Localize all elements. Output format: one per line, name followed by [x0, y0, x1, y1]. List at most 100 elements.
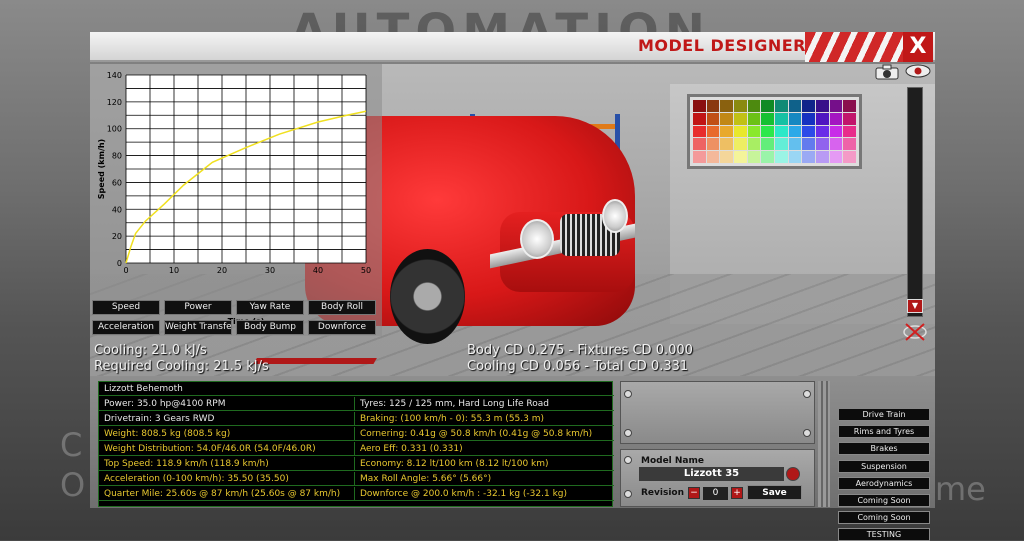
chart-y-tick-label: 40	[112, 205, 122, 214]
graph-button-power[interactable]: Power	[164, 300, 232, 315]
color-palette-board	[687, 94, 862, 169]
table-row: Weight Distribution: 54.0F/46.0R (54.0F/…	[99, 442, 614, 456]
graph-button-downforce[interactable]: Downforce	[308, 320, 376, 335]
palette-swatch	[734, 151, 747, 163]
close-button[interactable]: X	[903, 32, 933, 62]
menu-aerodynamics[interactable]: Aerodynamics	[838, 477, 930, 490]
palette-swatch	[747, 112, 761, 125]
hide-view-icon[interactable]	[902, 322, 928, 342]
palette-swatch	[706, 138, 720, 151]
palette-swatch	[802, 112, 815, 125]
table-row: Power: 35.0 hp@4100 RPM Tyres: 125 / 125 …	[99, 397, 614, 411]
model-name-field[interactable]: Lizzott 35	[639, 467, 784, 481]
palette-swatch	[693, 151, 706, 163]
palette-swatch	[720, 112, 733, 125]
eye-icon[interactable]	[905, 64, 931, 78]
palette-swatch	[843, 138, 856, 151]
palette-swatch	[734, 112, 747, 125]
cooling-cd-stat: Cooling CD 0.056 - Total CD 0.331	[467, 359, 689, 374]
palette-swatch	[720, 100, 733, 112]
graph-button-body-roll[interactable]: Body Roll	[308, 300, 376, 315]
chart-y-tick-label: 80	[112, 152, 122, 161]
menu-coming-soon[interactable]: Coming Soon	[838, 511, 930, 524]
save-button[interactable]: Save	[747, 485, 802, 500]
palette-swatch	[816, 112, 829, 125]
table-cell-right: Braking: (100 km/h - 0): 55.3 m (55.3 m)	[360, 414, 544, 424]
table-cell-left: Power: 35.0 hp@4100 RPM	[99, 397, 355, 410]
palette-swatch	[761, 100, 774, 112]
model-name-label: Model Name	[641, 456, 704, 466]
revision-decrement-button[interactable]: −	[688, 487, 700, 499]
chart-x-tick-label: 40	[313, 266, 323, 275]
palette-swatch	[829, 100, 843, 112]
table-cell-left: Top Speed: 118.9 km/h (118.9 km/h)	[99, 457, 355, 470]
cooling-stat: Cooling: 21.0 kJ/s	[94, 343, 207, 358]
palette-swatch	[693, 100, 706, 112]
palette-swatch	[693, 112, 706, 125]
palette-swatch	[720, 125, 733, 138]
palette-swatch	[693, 138, 706, 151]
palette-swatch	[734, 138, 747, 151]
palette-swatch	[816, 138, 829, 151]
chart-x-tick-label: 20	[217, 266, 227, 275]
camera-icon[interactable]	[875, 64, 899, 80]
chart-y-tick-label: 100	[107, 125, 122, 134]
chart-x-tick-label: 30	[265, 266, 275, 275]
palette-swatch	[761, 125, 774, 138]
palette-swatch	[843, 100, 856, 112]
screw	[803, 390, 811, 398]
screw	[624, 490, 632, 498]
model-name-plate: Model Name Lizzott 35 Revision − 0 + Sav…	[620, 449, 815, 507]
chart-x-tick-label: 0	[123, 266, 128, 275]
palette-swatch	[761, 151, 774, 163]
table-row: Quarter Mile: 25.60s @ 87 km/h (25.60s @…	[99, 487, 614, 501]
revision-increment-button[interactable]: +	[731, 487, 743, 499]
chart-x-tick-label: 50	[361, 266, 371, 275]
palette-swatch	[720, 151, 733, 163]
graph-button-weight-transfer[interactable]: Weight Transfer	[164, 320, 232, 335]
chart-y-axis-label: Speed (km/h)	[97, 139, 106, 199]
table-header-row: Lizzott Behemoth	[99, 382, 614, 396]
menu-rims-and-tyres[interactable]: Rims and Tyres	[838, 425, 930, 438]
chart-y-tick-label: 60	[112, 178, 122, 187]
menu-brakes[interactable]: Brakes	[838, 442, 930, 455]
revision-value: 0	[703, 487, 728, 500]
palette-swatch	[693, 125, 706, 138]
palette-swatch	[802, 151, 815, 163]
info-plate	[620, 381, 815, 444]
bottom-panel: Lizzott Behemoth Power: 35.0 hp@4100 RPM…	[90, 376, 935, 541]
performance-graph-panel: 0 20 40 60 80 100 120 140 0 10 20 30 40 50 Speed (km/…	[90, 64, 382, 336]
palette-swatch	[829, 125, 843, 138]
menu-testing[interactable]: TESTING	[838, 528, 930, 541]
palette-swatch	[747, 138, 761, 151]
table-cell-right: Tyres: 125 / 125 mm, Hard Long Life Road	[360, 399, 549, 409]
menu-drive-train[interactable]: Drive Train	[838, 408, 930, 421]
graph-button-acceleration[interactable]: Acceleration	[92, 320, 160, 335]
table-cell-left: Drivetrain: 3 Gears RWD	[99, 412, 355, 425]
palette-swatch	[802, 125, 815, 138]
revision-label: Revision	[641, 488, 685, 498]
background-right-text: me	[935, 470, 986, 508]
chart-y-tick-label: 20	[112, 232, 122, 241]
menu-suspension[interactable]: Suspension	[838, 460, 930, 473]
palette-swatch	[816, 100, 829, 112]
required-cooling-stat: Required Cooling: 21.5 kJ/s	[94, 359, 269, 374]
palette-swatch	[706, 100, 720, 112]
view-scrollbar[interactable]	[907, 87, 923, 317]
menu-coming-soon[interactable]: Coming Soon	[838, 494, 930, 507]
screw	[624, 429, 632, 437]
palette-swatch	[829, 151, 843, 163]
speed-time-chart: 0 20 40 60 80 100 120 140 0 10 20 30 40 50 Speed (km/…	[97, 71, 371, 326]
chart-x-tick-label: 10	[169, 266, 179, 275]
graph-button-yaw-rate[interactable]: Yaw Rate	[236, 300, 304, 315]
graph-button-body-bump[interactable]: Body Bump	[236, 320, 304, 335]
chart-y-tick-label: 140	[107, 71, 122, 80]
palette-swatch	[829, 138, 843, 151]
palette-swatch	[788, 125, 802, 138]
graph-button-speed[interactable]: Speed	[92, 300, 160, 315]
palette-swatch	[747, 151, 761, 163]
scroll-down-icon[interactable]: ▼	[907, 299, 923, 313]
clear-name-icon[interactable]	[786, 467, 800, 481]
screw	[803, 429, 811, 437]
table-cell-left: Weight: 808.5 kg (808.5 kg)	[99, 427, 355, 440]
